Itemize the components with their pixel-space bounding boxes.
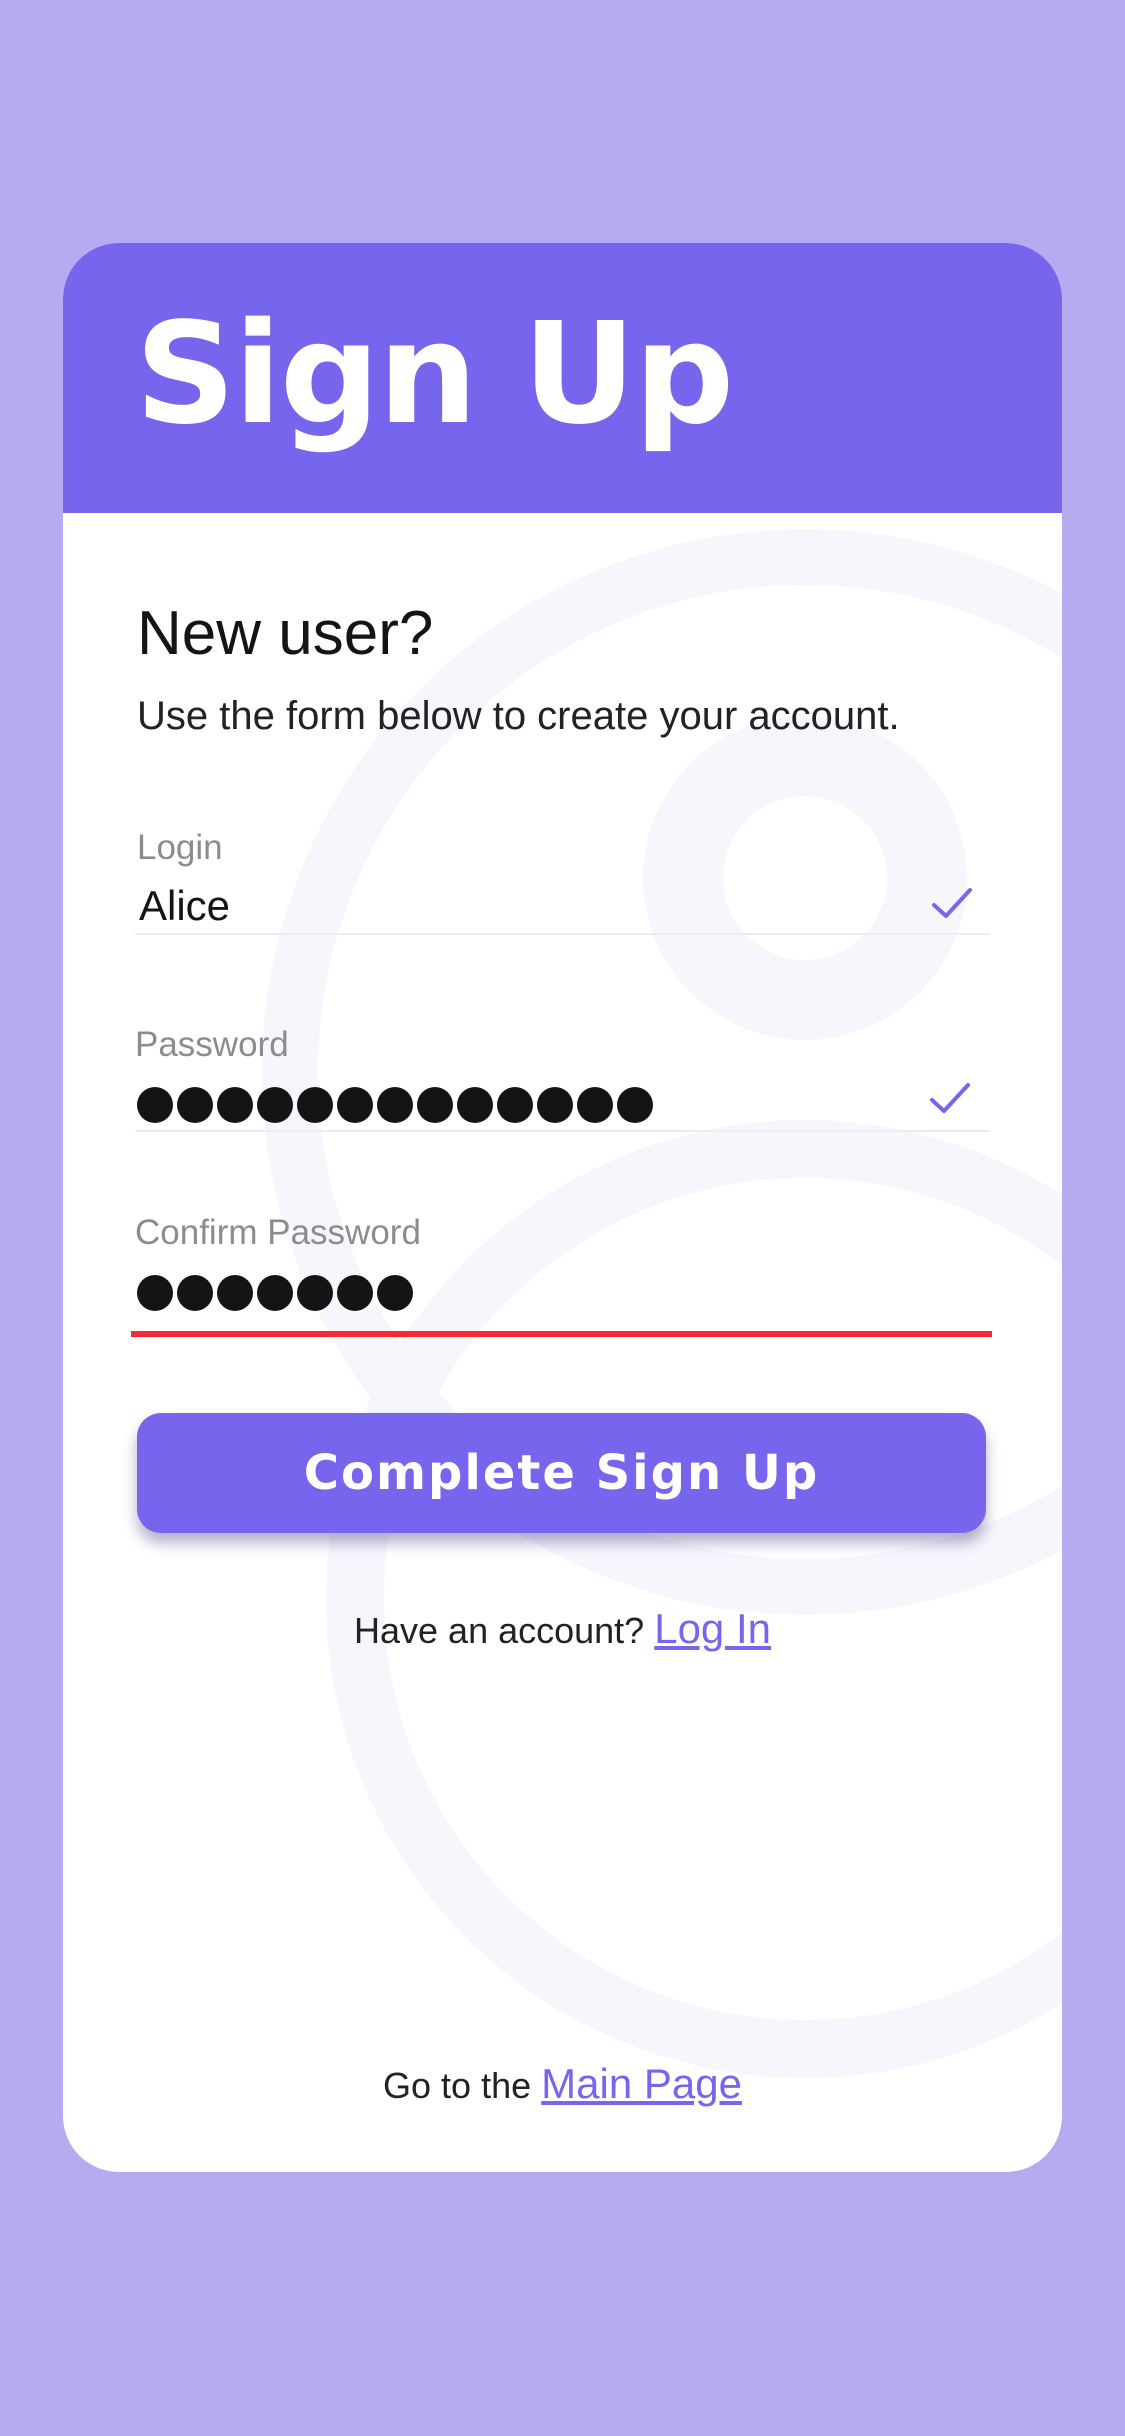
password-dot bbox=[297, 1275, 333, 1311]
check-icon bbox=[932, 888, 972, 918]
password-dot bbox=[177, 1087, 213, 1123]
password-dot bbox=[137, 1275, 173, 1311]
confirm-password-field[interactable]: Confirm Password bbox=[131, 1213, 992, 1337]
page-title: Sign Up bbox=[135, 293, 734, 456]
password-input[interactable] bbox=[137, 1087, 653, 1123]
password-field[interactable]: Password bbox=[135, 1025, 990, 1135]
password-dot bbox=[377, 1275, 413, 1311]
password-dot bbox=[297, 1087, 333, 1123]
footer-text: Go to the bbox=[383, 2065, 532, 2106]
footer-prompt: Go to the Main Page bbox=[63, 2060, 1062, 2108]
password-dot bbox=[497, 1087, 533, 1123]
confirm-password-error-underline bbox=[131, 1331, 992, 1337]
password-dot bbox=[377, 1087, 413, 1123]
sign-up-card: Sign Up New user? Use the form below to … bbox=[63, 243, 1062, 2172]
password-dot bbox=[217, 1275, 253, 1311]
account-prompt-text: Have an account? bbox=[354, 1610, 645, 1651]
login-field[interactable]: Login Alice bbox=[135, 828, 990, 938]
main-page-link[interactable]: Main Page bbox=[541, 2060, 742, 2107]
background-decoration bbox=[262, 529, 1062, 2078]
login-label: Login bbox=[137, 828, 223, 867]
password-underline bbox=[135, 1130, 990, 1132]
password-dot bbox=[337, 1275, 373, 1311]
password-dot bbox=[337, 1087, 373, 1123]
password-dot bbox=[617, 1087, 653, 1123]
password-dot bbox=[217, 1087, 253, 1123]
password-dot bbox=[577, 1087, 613, 1123]
intro-text: Use the form below to create your accoun… bbox=[137, 694, 900, 738]
password-dot bbox=[537, 1087, 573, 1123]
confirm-password-label: Confirm Password bbox=[135, 1213, 421, 1252]
check-icon bbox=[930, 1083, 970, 1113]
confirm-password-input[interactable] bbox=[137, 1275, 413, 1311]
password-label: Password bbox=[135, 1025, 289, 1064]
login-underline bbox=[135, 933, 990, 935]
log-in-link[interactable]: Log In bbox=[654, 1605, 771, 1652]
password-dot bbox=[177, 1275, 213, 1311]
password-dot bbox=[137, 1087, 173, 1123]
intro-heading: New user? bbox=[137, 599, 434, 668]
password-dot bbox=[457, 1087, 493, 1123]
password-dot bbox=[257, 1087, 293, 1123]
login-input[interactable]: Alice bbox=[139, 882, 230, 930]
password-dot bbox=[417, 1087, 453, 1123]
account-prompt: Have an account? Log In bbox=[63, 1605, 1062, 1653]
card-header: Sign Up bbox=[63, 243, 1062, 513]
password-dot bbox=[257, 1275, 293, 1311]
complete-sign-up-button[interactable]: Complete Sign Up bbox=[137, 1413, 986, 1533]
